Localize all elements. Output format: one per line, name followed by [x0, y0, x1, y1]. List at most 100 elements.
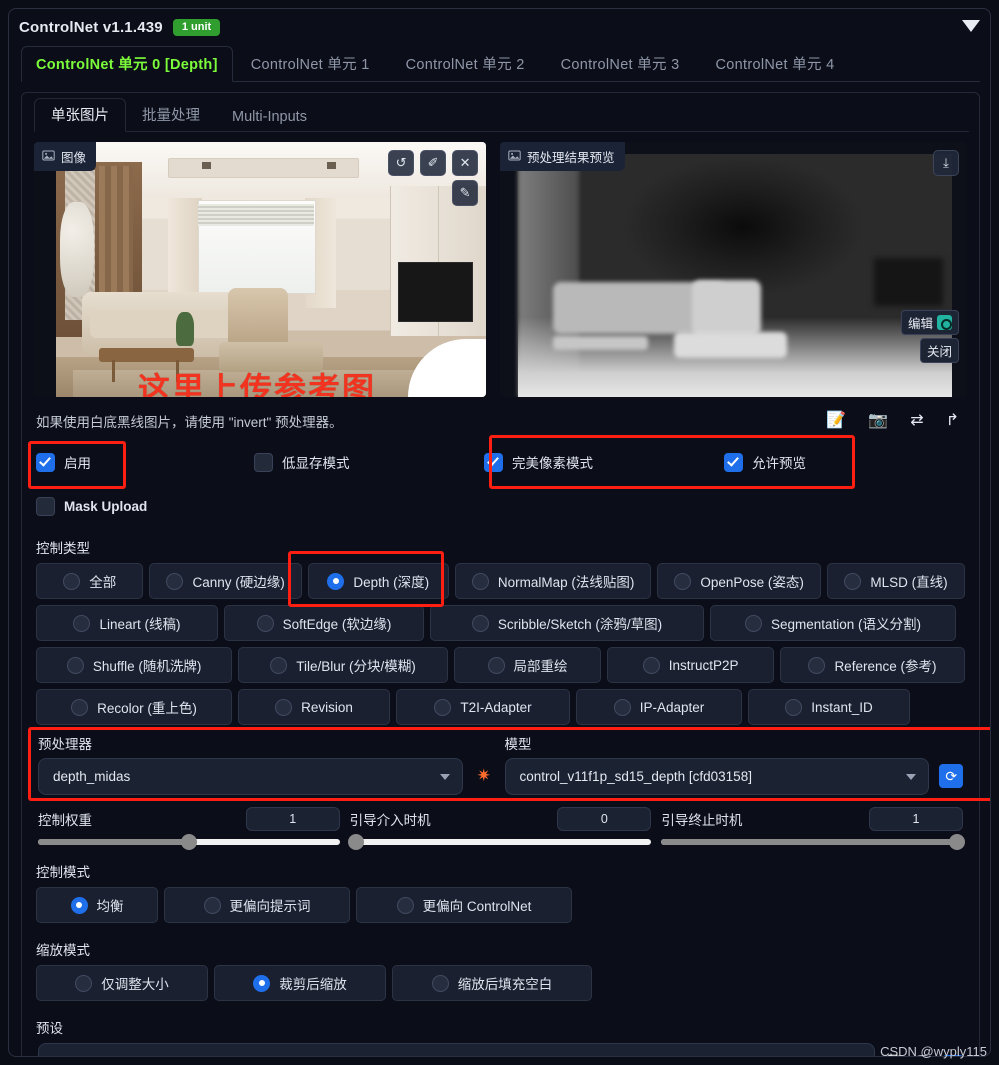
- preset-dropdown[interactable]: New Preset: [38, 1043, 875, 1056]
- tab-unit-4[interactable]: ControlNet 单元 4: [698, 47, 853, 81]
- control-type-softedge[interactable]: SoftEdge (软边缘): [224, 605, 424, 641]
- starting-step-track[interactable]: [347, 834, 652, 850]
- tab-batch[interactable]: 批量处理: [126, 99, 216, 131]
- model-dropdown[interactable]: control_v11f1p_sd15_depth [cfd03158]: [504, 758, 930, 795]
- radio-ip-adapter[interactable]: [613, 698, 631, 716]
- radio-t2i-adapter[interactable]: [434, 698, 452, 716]
- tab-unit-1[interactable]: ControlNet 单元 1: [233, 47, 388, 81]
- radio-normalmap[interactable]: [471, 572, 489, 590]
- control-type-t2i-adapter[interactable]: T2I-Adapter: [396, 689, 570, 725]
- starting-step-knob[interactable]: [347, 834, 364, 850]
- resize-mode-crop-and-resize[interactable]: 裁剪后缩放: [214, 965, 386, 1001]
- control-type-mlsd[interactable]: MLSD (直线): [826, 563, 966, 599]
- resize-mode-just-resize[interactable]: 仅调整大小: [36, 965, 208, 1001]
- radio-instructp2p[interactable]: [642, 656, 660, 674]
- control-type-revision[interactable]: Revision: [238, 689, 390, 725]
- checkbox-box-pixelperfect[interactable]: [484, 452, 503, 472]
- control-weight-track[interactable]: [38, 834, 340, 850]
- radio-just-resize[interactable]: [75, 974, 93, 992]
- close-preview-button[interactable]: 关闭: [919, 338, 959, 363]
- control-type-openpose[interactable]: OpenPose (姿态): [657, 563, 821, 599]
- send-icon[interactable]: ↱: [946, 413, 959, 429]
- radio-depth[interactable]: [327, 572, 345, 590]
- control-type-ip-adapter[interactable]: IP-Adapter: [576, 689, 742, 725]
- radio-recolor[interactable]: [71, 698, 89, 716]
- radio-openpose[interactable]: [674, 572, 692, 590]
- checkbox-box-mask-upload[interactable]: [36, 496, 55, 516]
- radio-balanced[interactable]: [70, 896, 88, 914]
- radio-mlsd[interactable]: [844, 572, 862, 590]
- radio-instant-id[interactable]: [785, 698, 803, 716]
- starting-step-value[interactable]: 0: [557, 807, 652, 831]
- explosion-icon[interactable]: ✷: [473, 765, 495, 787]
- tab-multi-inputs[interactable]: Multi-Inputs: [216, 104, 323, 131]
- radio-controlnet[interactable]: [396, 896, 414, 914]
- control-type-reference[interactable]: Reference (参考): [779, 647, 966, 683]
- control-type-scribble[interactable]: Scribble/Sketch (涂鸦/草图): [430, 605, 704, 641]
- control-type-segmentation[interactable]: Segmentation (语义分割): [710, 605, 956, 641]
- radio-shuffle[interactable]: [66, 656, 84, 674]
- control-type-depth[interactable]: Depth (深度): [307, 563, 449, 599]
- radio-resize-and-fill[interactable]: [431, 974, 449, 992]
- resize-mode-resize-and-fill[interactable]: 缩放后填充空白: [392, 965, 592, 1001]
- control-type-tileblur[interactable]: Tile/Blur (分块/模糊): [238, 647, 448, 683]
- undo-icon[interactable]: ↺: [388, 150, 415, 176]
- control-type-inpaint[interactable]: 局部重绘: [453, 647, 602, 683]
- radio-crop-and-resize[interactable]: [253, 974, 271, 992]
- control-mode-controlnet[interactable]: 更偏向 ControlNet: [356, 887, 572, 923]
- edit-button[interactable]: 编辑: [900, 310, 959, 335]
- tab-single-image[interactable]: 单张图片: [34, 98, 126, 132]
- control-type-canny[interactable]: Canny (硬边缘): [149, 563, 302, 599]
- enable-checkbox[interactable]: 启用: [36, 452, 254, 472]
- swap-icon[interactable]: ⇄: [910, 413, 923, 429]
- checkbox-box-lowvram[interactable]: [254, 452, 273, 472]
- pen-icon[interactable]: ✎: [452, 180, 479, 206]
- pixelperfect-checkbox[interactable]: 完美像素模式: [484, 452, 724, 472]
- ending-step-value[interactable]: 1: [869, 807, 964, 831]
- radio-reference[interactable]: [808, 656, 826, 674]
- mask-upload-checkbox[interactable]: Mask Upload: [36, 496, 147, 516]
- radio-scribble[interactable]: [471, 614, 489, 632]
- edit-note-icon[interactable]: 📝: [826, 413, 846, 429]
- allowpreview-checkbox[interactable]: 允许预览: [724, 452, 806, 472]
- radio-softedge[interactable]: [256, 614, 274, 632]
- control-type-instant-id[interactable]: Instant_ID: [748, 689, 910, 725]
- preprocessor-dropdown[interactable]: depth_midas: [38, 758, 463, 795]
- radio-inpaint[interactable]: [487, 656, 505, 674]
- refresh-models-icon[interactable]: ⟳: [939, 764, 963, 788]
- tab-unit-3[interactable]: ControlNet 单元 3: [543, 47, 698, 81]
- control-type-lineart[interactable]: Lineart (线稿): [36, 605, 218, 641]
- control-mode-controlnet-label: 更偏向 ControlNet: [422, 899, 532, 914]
- control-type-normalmap[interactable]: NormalMap (法线贴图): [454, 563, 652, 599]
- radio-prompt[interactable]: [203, 896, 221, 914]
- download-icon[interactable]: ⤓: [933, 150, 959, 176]
- ending-step-knob[interactable]: [949, 834, 966, 850]
- csdn-watermark: CSDN @wyply115: [880, 1044, 987, 1059]
- radio-segmentation[interactable]: [744, 614, 762, 632]
- radio-lineart[interactable]: [73, 614, 91, 632]
- control-mode-prompt[interactable]: 更偏向提示词: [164, 887, 350, 923]
- input-image-dropzone[interactable]: 限公司绘制 这里上传参考图 图像 ↺ ✐ ✕ ✎: [34, 142, 487, 397]
- control-weight-knob[interactable]: [180, 834, 197, 850]
- radio-revision[interactable]: [275, 698, 293, 716]
- control-type-recolor[interactable]: Recolor (重上色): [36, 689, 232, 725]
- control-type-instructp2p[interactable]: InstructP2P: [607, 647, 774, 683]
- checkbox-box-allowpreview[interactable]: [724, 452, 743, 472]
- radio-all[interactable]: [63, 572, 81, 590]
- tab-unit-2[interactable]: ControlNet 单元 2: [388, 47, 543, 81]
- checkbox-box-enable[interactable]: [36, 452, 55, 472]
- radio-canny[interactable]: [166, 572, 184, 590]
- ending-step-track[interactable]: [661, 834, 966, 850]
- preprocessor-preview[interactable]: 预处理结果预览 ⤓ 编辑 关闭: [500, 142, 967, 397]
- tab-unit-0[interactable]: ControlNet 单元 0 [Depth]: [21, 46, 233, 82]
- lowvram-checkbox[interactable]: 低显存模式: [254, 452, 484, 472]
- radio-tileblur[interactable]: [270, 656, 288, 674]
- close-icon[interactable]: ✕: [452, 150, 479, 176]
- triangle-down-icon[interactable]: [962, 20, 980, 32]
- camera-icon[interactable]: 📷: [868, 413, 888, 429]
- eraser-icon[interactable]: ✐: [420, 150, 447, 176]
- control-type-shuffle[interactable]: Shuffle (随机洗牌): [36, 647, 233, 683]
- control-weight-value[interactable]: 1: [245, 807, 340, 831]
- control-type-all[interactable]: 全部: [36, 563, 144, 599]
- control-mode-balanced[interactable]: 均衡: [36, 887, 158, 923]
